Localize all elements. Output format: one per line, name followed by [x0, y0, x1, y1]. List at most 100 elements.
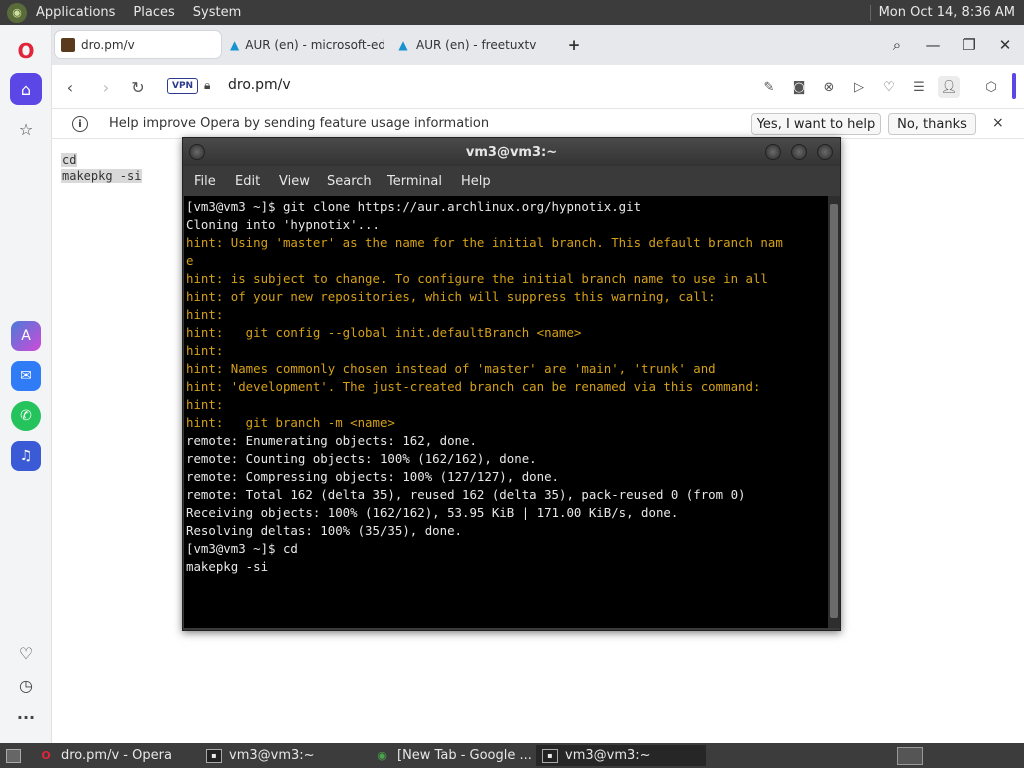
heart-icon[interactable]: ♡: [10, 637, 42, 669]
search-tabs-icon[interactable]: ⌕: [885, 33, 909, 57]
terminal-hint-line: hint:: [186, 397, 224, 412]
no-thanks-button[interactable]: No, thanks: [888, 113, 976, 135]
tab-aur-microsoft-edge[interactable]: ▲ AUR (en) - microsoft-ed: [224, 31, 384, 58]
snapshot-camera-icon[interactable]: ◙: [788, 76, 810, 98]
extensions-cube-icon[interactable]: ⬡: [980, 76, 1002, 98]
infobar-message: Help improve Opera by sending feature us…: [109, 116, 490, 131]
adblock-shield-icon[interactable]: ⊗: [818, 76, 840, 98]
tab-title: AUR (en) - microsoft-ed: [245, 37, 384, 52]
window-menu-button[interactable]: [189, 144, 205, 160]
task-opera[interactable]: O dro.pm/v - Opera: [32, 745, 198, 766]
chrome-icon: ◉: [377, 749, 387, 762]
bottom-taskbar: O dro.pm/v - Opera ▪ vm3@vm3:~ ◉ [New Ta…: [0, 743, 1024, 768]
task-chrome[interactable]: ◉ [New Tab - Google ...: [368, 745, 534, 766]
opera-sidebar: O ⌂ ☆ A ✉ ✆ ♫ ♡ ◷ ···: [0, 25, 52, 743]
terminal-line: remote: Total 162 (delta 35), reused 162…: [186, 487, 746, 502]
yes-help-button[interactable]: Yes, I want to help: [751, 113, 881, 135]
whatsapp-icon[interactable]: ✆: [11, 401, 41, 431]
terminal-hint-line: hint:: [186, 343, 224, 358]
opera-icon: O: [41, 749, 51, 762]
page-text-line: makepkg -si: [61, 169, 143, 183]
menu-edit[interactable]: Edit: [235, 174, 260, 189]
terminal-scrollbar[interactable]: [828, 196, 840, 628]
task-label: vm3@vm3:~: [565, 748, 651, 763]
panel-clock[interactable]: Mon Oct 14, 8:36 AM: [879, 5, 1024, 20]
url-field[interactable]: dro.pm/v: [228, 77, 291, 93]
terminal-window: vm3@vm3:~ File Edit View Search Terminal…: [182, 137, 841, 631]
back-icon[interactable]: ‹: [58, 75, 82, 99]
terminal-icon: ▪: [206, 748, 222, 763]
page-text-line: cd: [61, 153, 78, 167]
top-panel: ◉ Applications Places System Mon Oct 14,…: [0, 0, 1024, 25]
maximize-button[interactable]: [791, 144, 807, 160]
menu-applications[interactable]: Applications: [27, 0, 124, 25]
terminal-title: vm3@vm3:~: [465, 144, 558, 160]
music-player-icon[interactable]: ♫: [11, 441, 41, 471]
terminal-line: [vm3@vm3 ~]$ git clone https://aur.archl…: [186, 199, 642, 214]
menu-system[interactable]: System: [184, 0, 250, 25]
terminal-hint-line: e: [186, 253, 194, 268]
restore-icon[interactable]: ❐: [957, 33, 981, 57]
opera-logo-icon[interactable]: O: [10, 35, 42, 67]
terminal-hint-line: hint:: [186, 307, 224, 322]
tab-title: AUR (en) - freetuxtv: [416, 37, 537, 52]
panel-separator: [869, 4, 871, 21]
terminal-output[interactable]: [vm3@vm3 ~]$ git clone https://aur.archl…: [184, 196, 828, 628]
arch-logo-icon: ▲: [230, 37, 240, 52]
tab-dro-pm[interactable]: dro.pm/v: [55, 31, 221, 58]
terminal-line: Receiving objects: 100% (162/162), 53.95…: [186, 505, 679, 520]
home-icon[interactable]: ⌂: [10, 73, 42, 105]
edit-page-icon[interactable]: ✎: [758, 76, 780, 98]
minimize-button[interactable]: [765, 144, 781, 160]
scrollbar-thumb[interactable]: [830, 204, 838, 618]
terminal-titlebar[interactable]: vm3@vm3:~: [183, 138, 840, 166]
new-tab-plus-icon[interactable]: +: [562, 33, 586, 57]
terminal-hint-line: hint: Using 'master' as the name for the…: [186, 235, 783, 250]
close-window-icon[interactable]: ✕: [993, 33, 1017, 57]
show-desktop-button[interactable]: [0, 745, 28, 766]
lock-icon[interactable]: 🔒︎: [204, 78, 216, 94]
terminal-line: Resolving deltas: 100% (35/35), done.: [186, 523, 463, 538]
player-icon[interactable]: ▷: [848, 76, 870, 98]
feature-usage-infobar: i Help improve Opera by sending feature …: [52, 109, 1024, 139]
show-desktop-icon: [6, 748, 21, 763]
terminal-line: makepkg -si: [186, 559, 269, 574]
pinboard-icon[interactable]: ☆: [10, 113, 42, 145]
forward-icon[interactable]: ›: [94, 75, 118, 99]
address-bar-row: ‹ › ↻ VPN 🔒︎ dro.pm/v ✎ ◙ ⊗ ▷ ♡ ☰ 👤︎ ⬡: [52, 65, 1024, 109]
terminal-line: remote: Counting objects: 100% (162/162)…: [186, 451, 537, 466]
close-infobar-icon[interactable]: ×: [992, 115, 1004, 131]
workspace-switcher[interactable]: [897, 747, 923, 765]
close-button[interactable]: [817, 144, 833, 160]
terminal-hint-line: hint: 'development'. The just-created br…: [186, 379, 761, 394]
reload-icon[interactable]: ↻: [126, 75, 150, 99]
more-icon[interactable]: ···: [10, 701, 42, 733]
menu-help[interactable]: Help: [461, 174, 491, 189]
messenger-icon[interactable]: ✉: [11, 361, 41, 391]
heart-icon[interactable]: ♡: [878, 76, 900, 98]
arch-logo-icon: ▲: [398, 37, 408, 52]
minimize-icon[interactable]: —: [921, 33, 945, 57]
terminal-icon: ▪: [542, 748, 558, 763]
easy-setup-icon[interactable]: ☰: [908, 76, 930, 98]
menu-file[interactable]: File: [194, 174, 216, 189]
vpn-badge[interactable]: VPN: [167, 78, 199, 94]
distro-logo-icon[interactable]: ◉: [7, 2, 27, 23]
profile-icon[interactable]: 👤︎: [938, 76, 960, 98]
terminal-hint-line: hint: of your new repositories, which wi…: [186, 289, 716, 304]
history-icon[interactable]: ◷: [10, 669, 42, 701]
menu-terminal[interactable]: Terminal: [387, 174, 442, 189]
task-terminal-2[interactable]: ▪ vm3@vm3:~: [536, 745, 706, 766]
menu-view[interactable]: View: [279, 174, 310, 189]
aria-icon[interactable]: A: [11, 321, 41, 351]
tab-aur-freetuxtv[interactable]: ▲ AUR (en) - freetuxtv: [390, 31, 540, 58]
task-terminal-1[interactable]: ▪ vm3@vm3:~: [200, 745, 366, 766]
task-label: dro.pm/v - Opera: [61, 748, 172, 763]
tab-title: dro.pm/v: [81, 37, 135, 52]
task-label: vm3@vm3:~: [229, 748, 315, 763]
terminal-hint-line: hint: git branch -m <name>: [186, 415, 395, 430]
sidebar-indicator: [1012, 73, 1016, 99]
menu-search[interactable]: Search: [327, 174, 372, 189]
menu-places[interactable]: Places: [124, 0, 183, 25]
terminal-hint-line: hint: git config --global init.defaultBr…: [186, 325, 582, 340]
